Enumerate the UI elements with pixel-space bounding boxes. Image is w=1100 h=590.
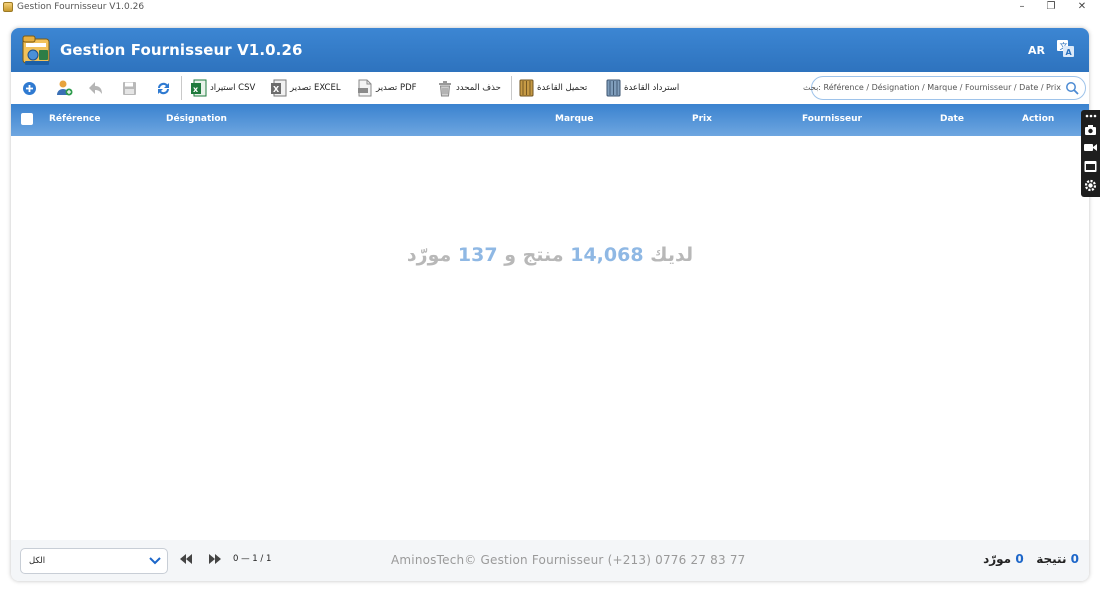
toolbar-separator xyxy=(181,76,182,100)
inventory-summary: لديك 14,068 منتج و 137 مورّد xyxy=(11,244,1089,266)
undo-icon xyxy=(89,82,102,94)
supplier-filter-value: الكل xyxy=(29,556,46,566)
add-circle-icon xyxy=(23,81,36,95)
chevron-down-icon xyxy=(149,557,161,565)
window-title: Gestion Fournisseur V1.0.26 xyxy=(17,2,145,12)
settings-gear-icon[interactable] xyxy=(1084,179,1097,192)
close-button[interactable]: ✕ xyxy=(1075,1,1089,14)
column-header-designation[interactable]: Désignation xyxy=(166,114,227,124)
supplier-folder-logo xyxy=(22,35,50,65)
camera-icon[interactable] xyxy=(1084,123,1097,136)
table-header: Référence Désignation Marque Prix Fourni… xyxy=(11,104,1089,136)
app-title: Gestion Fournisseur V1.0.26 xyxy=(60,41,303,59)
save-icon xyxy=(123,81,136,95)
delete-selected-button[interactable]: حذف المحدد xyxy=(437,78,501,98)
svg-text:x: x xyxy=(193,85,199,94)
minimize-button[interactable]: – xyxy=(1015,1,1029,14)
products-word: منتج و xyxy=(504,244,564,266)
window-icon[interactable] xyxy=(1084,160,1097,173)
select-all-checkbox[interactable] xyxy=(21,113,33,125)
toolbar-separator xyxy=(511,76,512,100)
column-header-date[interactable]: Date xyxy=(940,114,964,124)
more-options-icon[interactable] xyxy=(1084,112,1097,120)
import-csv-button[interactable]: x استيراد CSV xyxy=(191,78,255,98)
app-header: Gestion Fournisseur V1.0.26 AR 文 A xyxy=(11,28,1089,72)
restore-button[interactable]: ❐ xyxy=(1044,1,1058,14)
trash-icon xyxy=(439,80,451,96)
refresh-icon xyxy=(158,82,169,94)
column-header-action: Action xyxy=(1022,114,1055,124)
add-supplier-button[interactable] xyxy=(55,78,73,98)
suppliers-count: 137 xyxy=(457,244,498,266)
floating-capture-toolbar xyxy=(1081,110,1100,197)
restore-db-button[interactable]: استرداد القاعدة xyxy=(606,78,679,98)
pdf-icon xyxy=(358,79,372,97)
restore-db-label: استرداد القاعدة xyxy=(624,83,680,93)
suppliers-result-label: مورّد xyxy=(983,552,1012,566)
excel-csv-icon: x xyxy=(191,79,207,97)
app-icon xyxy=(3,2,13,12)
column-header-fournisseur[interactable]: Fournisseur xyxy=(802,114,862,124)
footer-bar: الكل 0 — 1 / 1 AminosTech© Gestion Fourn… xyxy=(11,540,1089,581)
refresh-button[interactable] xyxy=(155,78,172,98)
excel-export-icon: X xyxy=(271,79,287,97)
save-button[interactable] xyxy=(122,78,137,98)
svg-text:X: X xyxy=(273,85,280,94)
column-header-prix[interactable]: Prix xyxy=(692,114,712,124)
export-excel-label: تصدير EXCEL xyxy=(290,83,341,93)
suppliers-word: مورّد xyxy=(406,244,452,266)
add-button[interactable] xyxy=(22,78,37,98)
delete-selected-label: حذف المحدد xyxy=(456,83,501,93)
previous-page-icon[interactable] xyxy=(180,554,192,564)
export-excel-button[interactable]: X تصدير EXCEL xyxy=(271,78,341,98)
video-icon[interactable] xyxy=(1084,141,1097,154)
search-placeholder: بحث: Référence / Désignation / Marque / … xyxy=(803,83,1061,92)
results-label: نتيجة xyxy=(1036,552,1067,566)
export-pdf-button[interactable]: تصدير PDF xyxy=(357,78,417,98)
load-db-button[interactable]: تحميل القاعدة xyxy=(519,78,587,98)
main-card: Gestion Fournisseur V1.0.26 AR 文 A xyxy=(11,28,1089,581)
user-add-icon xyxy=(57,80,73,96)
products-count: 14,068 xyxy=(570,244,644,266)
next-page-icon[interactable] xyxy=(209,554,221,564)
column-header-marque[interactable]: Marque xyxy=(555,114,593,124)
database-restore-icon xyxy=(606,79,621,97)
summary-prefix: لديك xyxy=(650,244,694,266)
translate-icon[interactable]: 文 A xyxy=(1057,40,1074,57)
results-count: 0 xyxy=(1070,552,1079,566)
column-header-reference[interactable]: Référence xyxy=(49,114,100,124)
result-counts: 0 نتيجة 0 مورّد xyxy=(983,552,1079,566)
svg-text:A: A xyxy=(1066,48,1073,57)
load-db-label: تحميل القاعدة xyxy=(537,83,588,93)
database-load-icon xyxy=(519,79,534,97)
search-input[interactable]: بحث: Référence / Désignation / Marque / … xyxy=(803,76,1086,100)
search-icon[interactable] xyxy=(1065,81,1079,95)
suppliers-result-count: 0 xyxy=(1015,552,1024,566)
copyright-text: AminosTech© Gestion Fournisseur (+213) 0… xyxy=(391,553,746,567)
import-csv-label: استيراد CSV xyxy=(210,83,256,93)
toolbar: x استيراد CSV X تصدير EXCEL تصدير PDF حذ… xyxy=(11,72,1089,104)
supplier-filter-select[interactable]: الكل xyxy=(20,548,168,574)
export-pdf-label: تصدير PDF xyxy=(376,83,417,93)
page-info: 0 — 1 / 1 xyxy=(233,554,272,564)
window-title-bar: Gestion Fournisseur V1.0.26 – ❐ ✕ xyxy=(0,0,1100,16)
undo-button[interactable] xyxy=(87,78,103,98)
language-toggle[interactable]: AR xyxy=(1028,44,1045,57)
